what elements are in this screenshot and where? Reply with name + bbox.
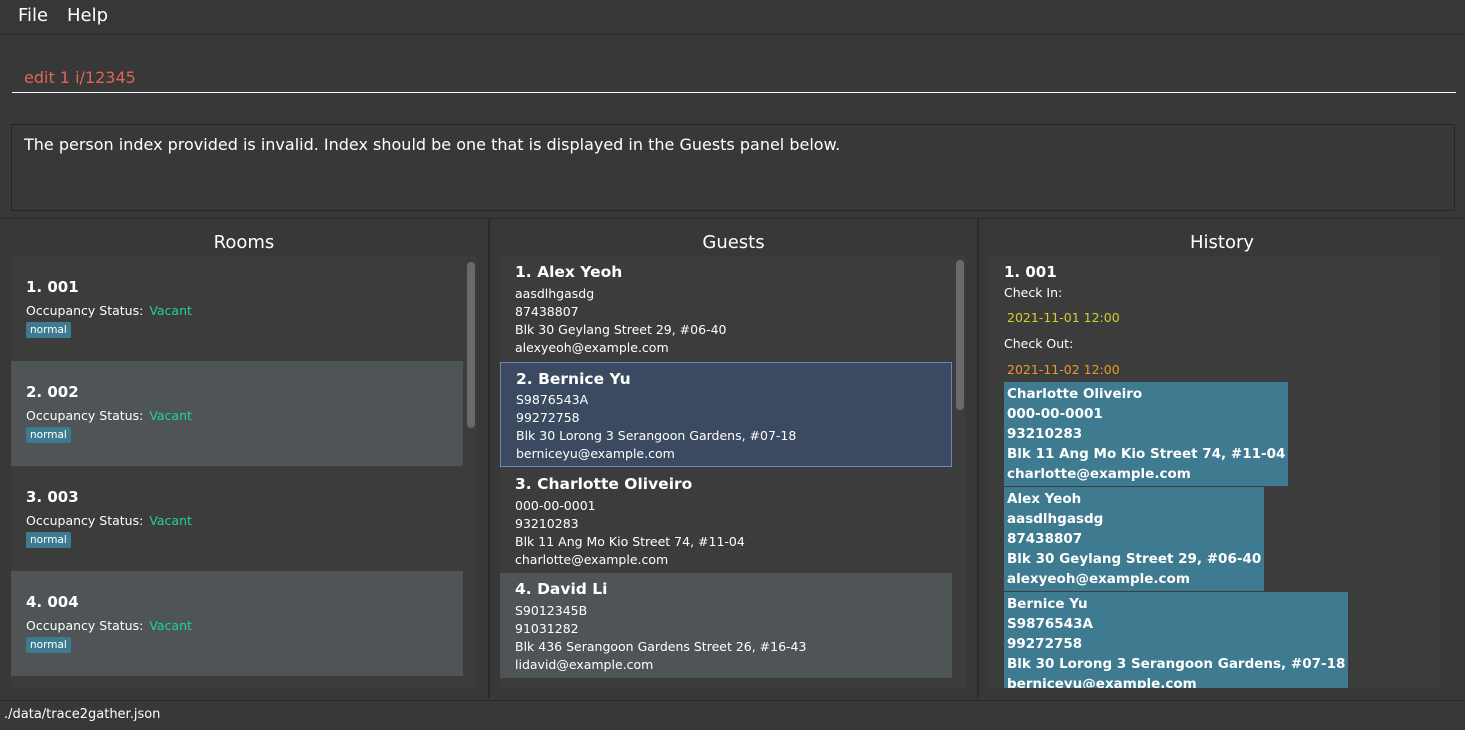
- check-out-value: 2021-11-02 12:00: [1007, 362, 1120, 377]
- guest-id: aasdlhgasdg: [515, 286, 595, 301]
- history-guest-id: S9876543A: [1007, 616, 1093, 632]
- data-file-path: ./data/trace2gather.json: [4, 707, 161, 722]
- history-guest-phone: 99272758: [1007, 636, 1083, 652]
- guest-email: berniceyu@example.com: [516, 446, 675, 461]
- room-tag: normal: [26, 322, 71, 338]
- occupancy-value: Vacant: [149, 303, 192, 318]
- history-guest-address: Blk 30 Geylang Street 29, #06-40: [1007, 551, 1262, 567]
- check-out-label: Check Out:: [1004, 336, 1074, 351]
- occupancy-status: Occupancy Status: Vacant: [26, 513, 192, 528]
- command-area: [0, 35, 1465, 118]
- check-in-value: 2021-11-01 12:00: [1007, 310, 1120, 325]
- guest-address: Blk 30 Geylang Street 29, #06-40: [515, 322, 727, 337]
- guest-phone: 93210283: [515, 516, 579, 531]
- occupancy-label: Occupancy Status:: [26, 408, 144, 423]
- history-panel-title: History: [1189, 232, 1255, 253]
- result-display: The person index provided is invalid. In…: [11, 124, 1455, 211]
- history-list[interactable]: 1. 001 Check In: 2021-11-01 12:00 Check …: [989, 256, 1441, 688]
- guest-name: 4. David Li: [515, 580, 608, 598]
- history-panel: History 1. 001 Check In: 2021-11-01 12:0…: [979, 218, 1465, 699]
- guest-phone: 99272758: [516, 410, 580, 425]
- history-guest-name: Bernice Yu: [1007, 596, 1088, 612]
- guests-panel-title: Guests: [702, 232, 765, 253]
- history-guest-name: Alex Yeoh: [1007, 491, 1082, 507]
- guest-name: 2. Bernice Yu: [516, 370, 631, 388]
- result-message: The person index provided is invalid. In…: [24, 135, 841, 154]
- history-guest-name: Charlotte Oliveiro: [1007, 386, 1143, 402]
- guest-card[interactable]: 1. Alex Yeoh aasdlhgasdg 87438807 Blk 30…: [500, 256, 952, 361]
- guest-card[interactable]: 3. Charlotte Oliveiro 000-00-0001 932102…: [500, 468, 952, 573]
- guest-card-selected[interactable]: 2. Bernice Yu S9876543A 99272758 Blk 30 …: [500, 362, 952, 467]
- history-guest-address: Blk 11 Ang Mo Kio Street 74, #11-04: [1007, 446, 1286, 462]
- room-title: 3. 003: [26, 488, 79, 506]
- room-title: 2. 002: [26, 383, 79, 401]
- guest-email: charlotte@example.com: [515, 552, 669, 567]
- occupancy-status: Occupancy Status: Vacant: [26, 618, 192, 633]
- room-title: 1. 001: [26, 278, 79, 296]
- occupancy-status: Occupancy Status: Vacant: [26, 303, 192, 318]
- history-guest-address: Blk 30 Lorong 3 Serangoon Gardens, #07-1…: [1007, 656, 1346, 672]
- occupancy-status: Occupancy Status: Vacant: [26, 408, 192, 423]
- history-guest-id: 000-00-0001: [1007, 406, 1103, 422]
- guest-id: 000-00-0001: [515, 498, 596, 513]
- history-guest-block: Alex Yeoh aasdlhgasdg 87438807 Blk 30 Ge…: [1004, 487, 1265, 591]
- guests-scrollbar[interactable]: [956, 260, 964, 410]
- room-card[interactable]: 4. 004 Occupancy Status: Vacant normal: [11, 571, 463, 676]
- guest-phone: 91031282: [515, 621, 579, 636]
- guest-address: Blk 436 Serangoon Gardens Street 26, #16…: [515, 639, 807, 654]
- history-room-title: 1. 001: [1004, 263, 1057, 281]
- guest-card[interactable]: 4. David Li S9012345B 91031282 Blk 436 S…: [500, 573, 952, 678]
- menu-bar: File Help: [0, 0, 1465, 35]
- guest-email: lidavid@example.com: [515, 657, 654, 672]
- occupancy-label: Occupancy Status:: [26, 513, 144, 528]
- room-title: 4. 004: [26, 593, 79, 611]
- history-guest-block: Bernice Yu S9876543A 99272758 Blk 30 Lor…: [1004, 592, 1349, 688]
- guest-name: 1. Alex Yeoh: [515, 263, 623, 281]
- guests-list[interactable]: 1. Alex Yeoh aasdlhgasdg 87438807 Blk 30…: [500, 256, 966, 688]
- rooms-panel: Rooms 1. 001 Occupancy Status: Vacant nor…: [0, 218, 488, 699]
- room-tag: normal: [26, 532, 71, 548]
- check-in-label: Check In:: [1004, 285, 1063, 300]
- command-input[interactable]: [12, 63, 1456, 93]
- occupancy-value: Vacant: [149, 408, 192, 423]
- history-guest-block: Charlotte Oliveiro 000-00-0001 93210283 …: [1004, 382, 1289, 486]
- room-card[interactable]: 2. 002 Occupancy Status: Vacant normal: [11, 361, 463, 466]
- guest-id: S9876543A: [516, 392, 589, 407]
- guests-panel: Guests 1. Alex Yeoh aasdlhgasdg 87438807…: [490, 218, 977, 699]
- history-guest-phone: 87438807: [1007, 531, 1083, 547]
- rooms-scrollbar[interactable]: [467, 262, 475, 428]
- rooms-panel-title: Rooms: [213, 232, 275, 253]
- guest-email: alexyeoh@example.com: [515, 340, 669, 355]
- guest-id: S9012345B: [515, 603, 588, 618]
- room-card[interactable]: 1. 001 Occupancy Status: Vacant normal: [11, 256, 463, 361]
- occupancy-label: Occupancy Status:: [26, 303, 144, 318]
- room-tag: normal: [26, 427, 71, 443]
- guest-phone: 87438807: [515, 304, 579, 319]
- occupancy-value: Vacant: [149, 618, 192, 633]
- guest-address: Blk 11 Ang Mo Kio Street 74, #11-04: [515, 534, 745, 549]
- menu-file[interactable]: File: [18, 5, 48, 26]
- room-card[interactable]: 3. 003 Occupancy Status: Vacant normal: [11, 466, 463, 571]
- history-guest-email: berniceyu@example.com: [1007, 676, 1197, 688]
- history-guest-id: aasdlhgasdg: [1007, 511, 1104, 527]
- status-bar: ./data/trace2gather.json: [0, 700, 1465, 730]
- history-guest-email: alexyeoh@example.com: [1007, 571, 1190, 587]
- occupancy-value: Vacant: [149, 513, 192, 528]
- guest-name: 3. Charlotte Oliveiro: [515, 475, 693, 493]
- guest-address: Blk 30 Lorong 3 Serangoon Gardens, #07-1…: [516, 428, 797, 443]
- rooms-list[interactable]: 1. 001 Occupancy Status: Vacant normal 2.…: [11, 256, 477, 688]
- occupancy-label: Occupancy Status:: [26, 618, 144, 633]
- history-guest-email: charlotte@example.com: [1007, 466, 1191, 482]
- menu-help[interactable]: Help: [67, 5, 108, 26]
- room-tag: normal: [26, 637, 71, 653]
- history-guest-phone: 93210283: [1007, 426, 1083, 442]
